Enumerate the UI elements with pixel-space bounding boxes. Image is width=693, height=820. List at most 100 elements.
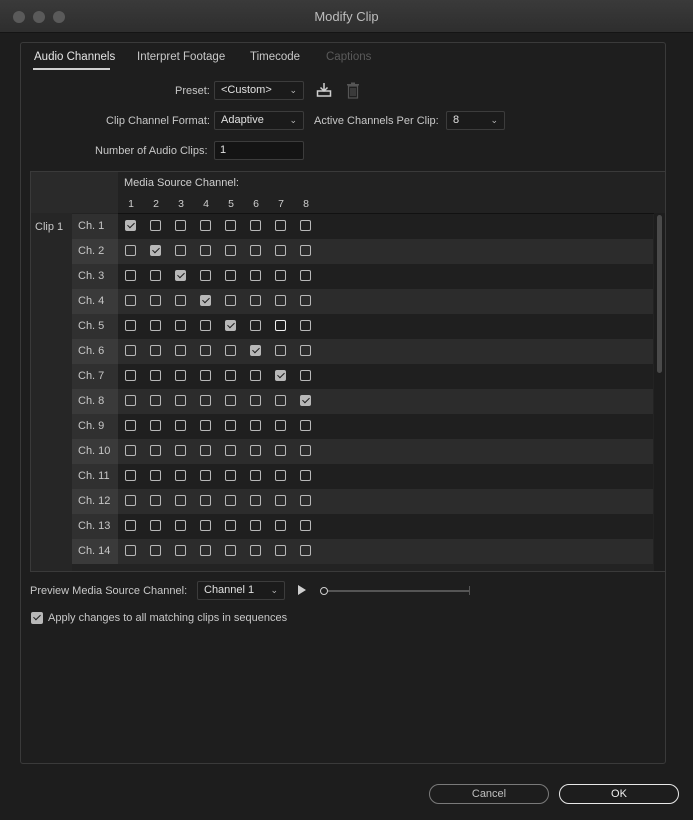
active-channels-dropdown[interactable]: 8 ⌄: [446, 111, 505, 130]
channel-checkbox[interactable]: [250, 295, 261, 306]
channel-checkbox[interactable]: [225, 345, 236, 356]
channel-checkbox[interactable]: [175, 245, 186, 256]
channel-checkbox[interactable]: [250, 495, 261, 506]
channel-checkbox[interactable]: [250, 520, 261, 531]
save-preset-icon[interactable]: [316, 82, 332, 98]
channel-checkbox[interactable]: [275, 295, 286, 306]
channel-checkbox[interactable]: [200, 370, 211, 381]
channel-checkbox[interactable]: [175, 445, 186, 456]
channel-checkbox[interactable]: [250, 470, 261, 481]
channel-checkbox[interactable]: [175, 320, 186, 331]
channel-checkbox[interactable]: [275, 495, 286, 506]
channel-checkbox[interactable]: [250, 445, 261, 456]
channel-checkbox[interactable]: [175, 295, 186, 306]
channel-checkbox[interactable]: [250, 370, 261, 381]
channel-checkbox[interactable]: [275, 545, 286, 556]
channel-checkbox[interactable]: [200, 270, 211, 281]
channel-checkbox[interactable]: [275, 270, 286, 281]
channel-checkbox[interactable]: [225, 495, 236, 506]
channel-checkbox[interactable]: [150, 295, 161, 306]
channel-checkbox[interactable]: [275, 420, 286, 431]
channel-checkbox[interactable]: [200, 470, 211, 481]
channel-checkbox[interactable]: [275, 245, 286, 256]
preview-channel-dropdown[interactable]: Channel 1 ⌄: [197, 581, 285, 600]
channel-checkbox[interactable]: [250, 220, 261, 231]
channel-checkbox[interactable]: [175, 220, 186, 231]
channel-checkbox[interactable]: [275, 220, 286, 231]
channel-checkbox[interactable]: [225, 395, 236, 406]
channel-checkbox[interactable]: [125, 345, 136, 356]
channel-checkbox[interactable]: [125, 470, 136, 481]
channel-checkbox[interactable]: [150, 245, 161, 256]
channel-checkbox[interactable]: [300, 395, 311, 406]
preview-scrubber-handle[interactable]: [320, 587, 328, 595]
channel-checkbox[interactable]: [300, 295, 311, 306]
channel-checkbox[interactable]: [175, 270, 186, 281]
channel-checkbox[interactable]: [200, 495, 211, 506]
cancel-button[interactable]: Cancel: [429, 784, 549, 804]
channel-checkbox[interactable]: [300, 445, 311, 456]
channel-checkbox[interactable]: [150, 395, 161, 406]
channel-checkbox[interactable]: [250, 420, 261, 431]
channel-checkbox[interactable]: [225, 445, 236, 456]
grid-scrollbar-thumb[interactable]: [657, 215, 662, 373]
channel-checkbox[interactable]: [225, 270, 236, 281]
channel-checkbox[interactable]: [200, 345, 211, 356]
channel-checkbox[interactable]: [150, 270, 161, 281]
channel-checkbox[interactable]: [300, 270, 311, 281]
channel-checkbox[interactable]: [200, 295, 211, 306]
channel-checkbox[interactable]: [300, 345, 311, 356]
grid-scrollbar[interactable]: [654, 213, 665, 571]
num-audio-clips-field[interactable]: 1: [214, 141, 304, 160]
channel-checkbox[interactable]: [150, 220, 161, 231]
channel-checkbox[interactable]: [225, 320, 236, 331]
tab-timecode[interactable]: Timecode: [250, 51, 300, 63]
channel-checkbox[interactable]: [150, 545, 161, 556]
preview-scrubber[interactable]: [322, 590, 470, 592]
channel-checkbox[interactable]: [200, 545, 211, 556]
channel-checkbox[interactable]: [175, 470, 186, 481]
channel-checkbox[interactable]: [150, 345, 161, 356]
channel-checkbox[interactable]: [275, 520, 286, 531]
channel-checkbox[interactable]: [275, 345, 286, 356]
channel-checkbox[interactable]: [225, 420, 236, 431]
channel-checkbox[interactable]: [250, 345, 261, 356]
channel-checkbox[interactable]: [275, 395, 286, 406]
channel-checkbox[interactable]: [300, 370, 311, 381]
channel-checkbox[interactable]: [200, 245, 211, 256]
channel-checkbox[interactable]: [300, 220, 311, 231]
channel-checkbox[interactable]: [175, 395, 186, 406]
channel-checkbox[interactable]: [175, 420, 186, 431]
channel-checkbox[interactable]: [225, 295, 236, 306]
channel-checkbox[interactable]: [300, 545, 311, 556]
channel-checkbox[interactable]: [150, 320, 161, 331]
play-icon[interactable]: [298, 585, 306, 595]
channel-checkbox[interactable]: [200, 320, 211, 331]
channel-checkbox[interactable]: [125, 445, 136, 456]
channel-checkbox[interactable]: [150, 420, 161, 431]
channel-checkbox[interactable]: [175, 495, 186, 506]
channel-checkbox[interactable]: [300, 495, 311, 506]
channel-checkbox[interactable]: [250, 245, 261, 256]
channel-checkbox[interactable]: [275, 370, 286, 381]
channel-checkbox[interactable]: [125, 295, 136, 306]
channel-checkbox[interactable]: [125, 545, 136, 556]
ok-button[interactable]: OK: [559, 784, 679, 804]
channel-checkbox[interactable]: [225, 545, 236, 556]
channel-checkbox[interactable]: [150, 470, 161, 481]
channel-checkbox[interactable]: [125, 270, 136, 281]
channel-checkbox[interactable]: [225, 220, 236, 231]
apply-all-checkbox[interactable]: [31, 612, 43, 624]
channel-checkbox[interactable]: [150, 445, 161, 456]
channel-checkbox[interactable]: [250, 545, 261, 556]
channel-checkbox[interactable]: [250, 270, 261, 281]
channel-checkbox[interactable]: [125, 520, 136, 531]
clip-channel-format-dropdown[interactable]: Adaptive ⌄: [214, 111, 304, 130]
channel-checkbox[interactable]: [175, 545, 186, 556]
channel-checkbox[interactable]: [125, 220, 136, 231]
channel-checkbox[interactable]: [175, 520, 186, 531]
channel-checkbox[interactable]: [150, 370, 161, 381]
channel-checkbox[interactable]: [125, 370, 136, 381]
channel-checkbox[interactable]: [125, 495, 136, 506]
channel-checkbox[interactable]: [300, 520, 311, 531]
